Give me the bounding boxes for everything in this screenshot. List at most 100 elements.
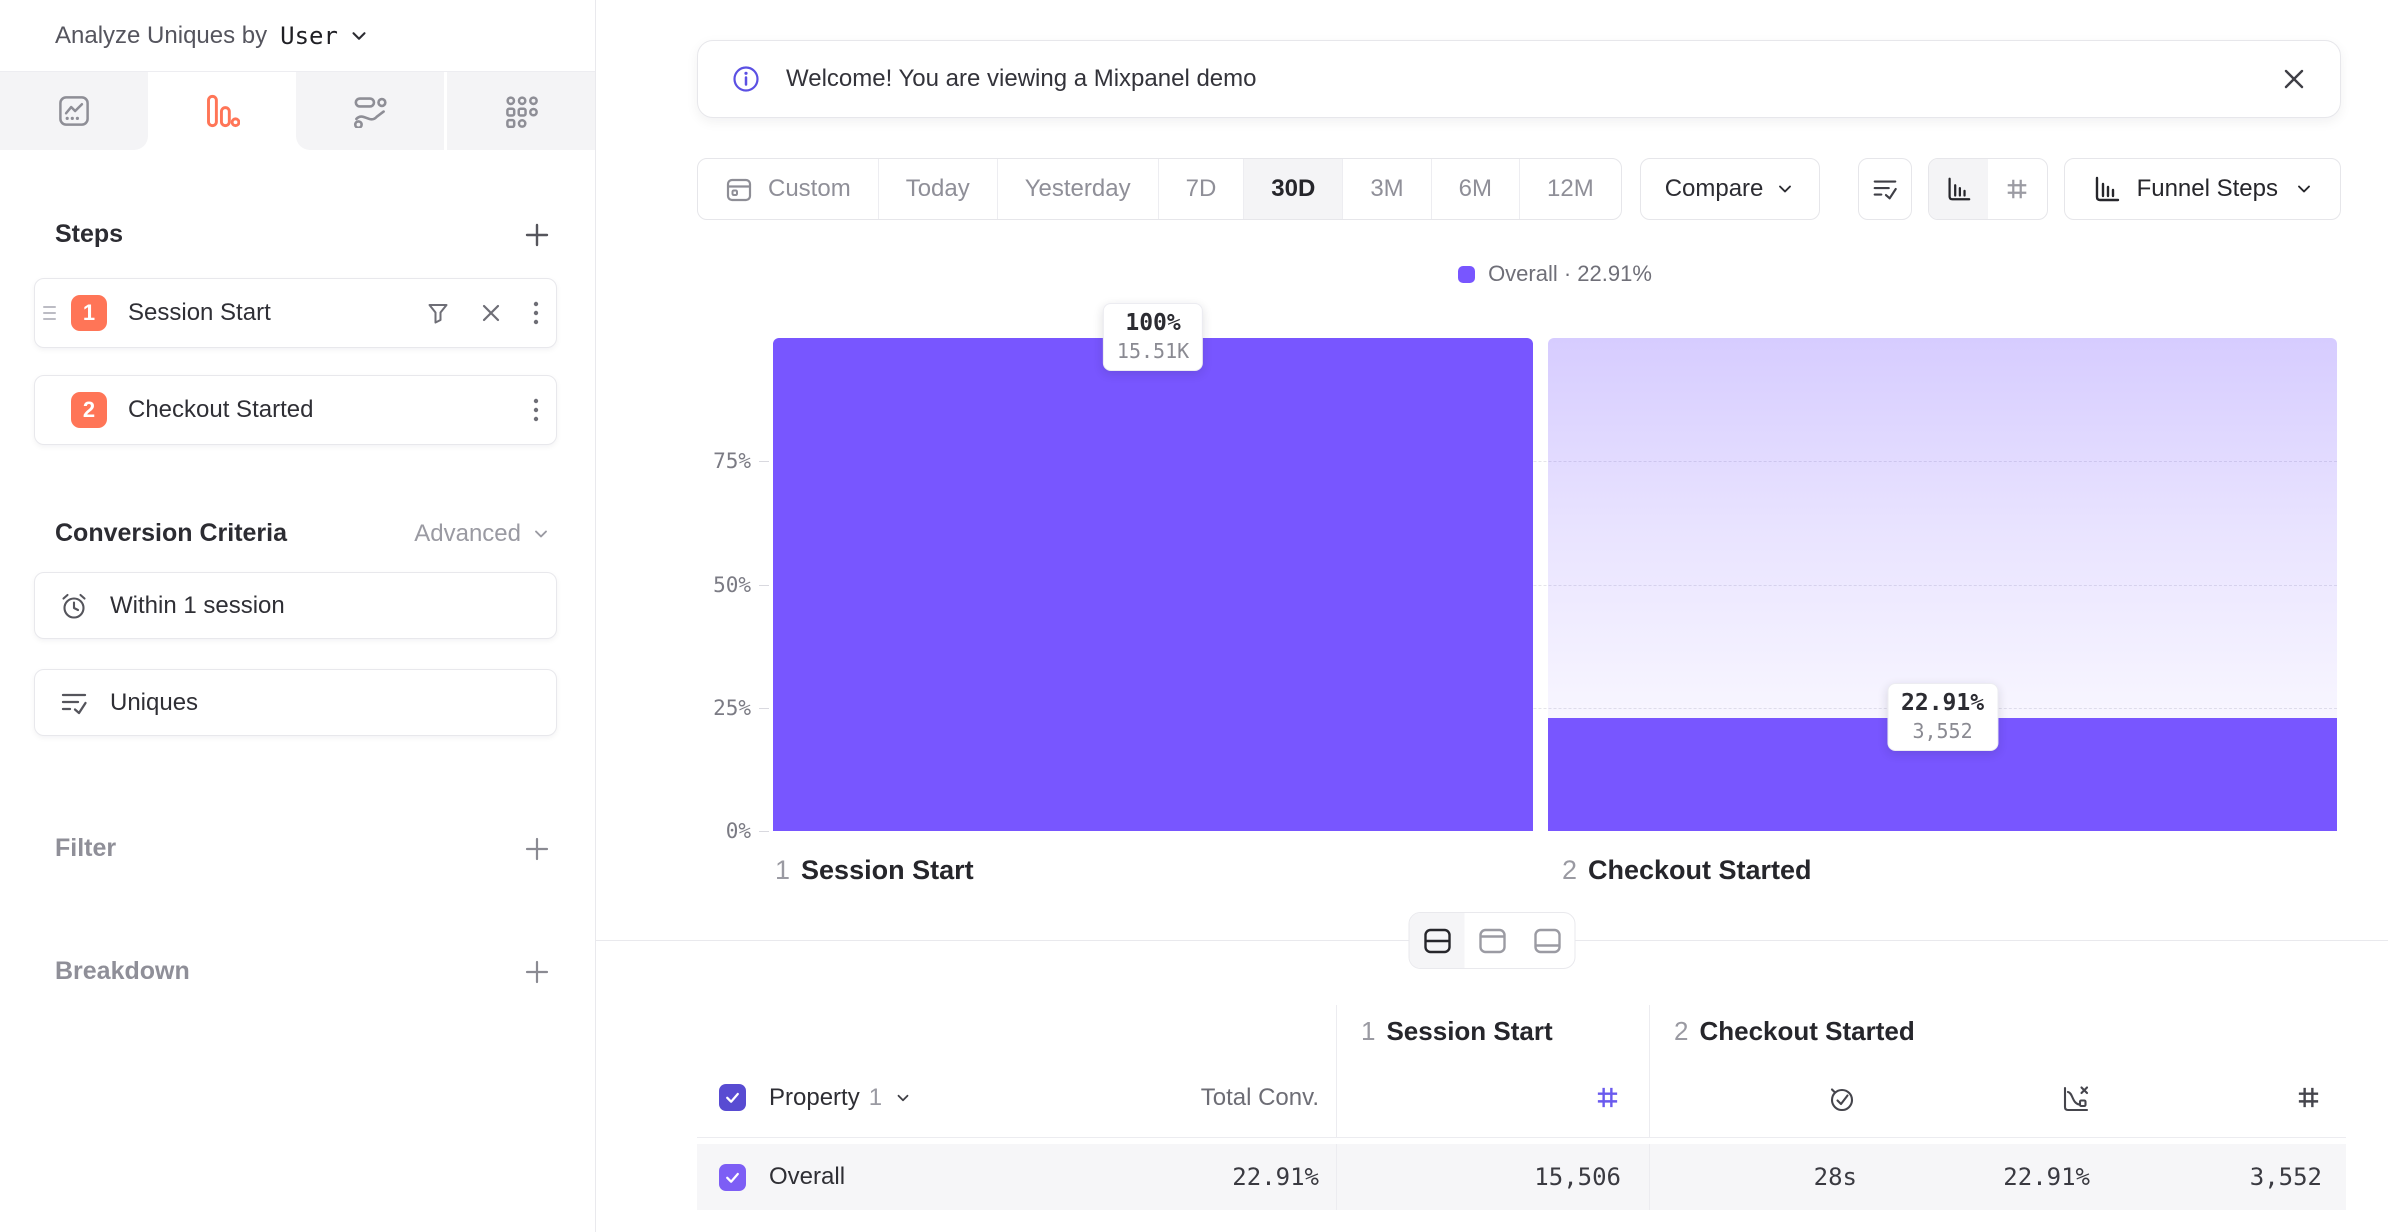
step-number: 2 [1562,855,1577,886]
tab-retention[interactable] [444,72,595,150]
welcome-banner: Welcome! You are viewing a Mixpanel demo [697,40,2341,118]
total-conv-value: 22.91% [1232,1163,1319,1191]
sidebar: Analyze Uniques by User [0,0,596,1232]
banner-message: Welcome! You are viewing a Mixpanel demo [786,65,1256,93]
step-options-kebab-icon[interactable] [532,300,540,326]
step-number: 1 [775,855,790,886]
alarm-clock-icon [59,591,89,621]
conversion-criteria-title: Conversion Criteria [55,519,287,548]
range-custom[interactable]: Custom [698,159,878,219]
drag-handle-icon[interactable] [43,306,63,320]
show-numbers-toggle[interactable] [1988,159,2047,219]
conversion-window-label: Within 1 session [110,592,285,620]
mixpanel-funnel-app: Analyze Uniques by User [0,0,2388,1232]
range-3m[interactable]: 3M [1342,159,1430,219]
show-bars-toggle[interactable] [1929,159,1988,219]
step-number-badge: 2 [71,392,107,428]
group-step-name: Checkout Started [1699,1016,1914,1047]
step2-conv-rate-column [1881,1058,2114,1137]
chart-percent-icon[interactable] [2060,1083,2090,1113]
range-yesterday[interactable]: Yesterday [997,159,1158,219]
advanced-label: Advanced [414,520,521,548]
time-check-icon[interactable] [1827,1083,1857,1113]
layout-bottom-icon [1532,927,1562,955]
range-30d[interactable]: 30D [1243,159,1342,219]
range-today[interactable]: Today [878,159,997,219]
main-content: Welcome! You are viewing a Mixpanel demo… [596,0,2388,1232]
hash-icon[interactable] [2295,1084,2322,1111]
banner-close-icon[interactable] [2281,66,2307,92]
tooltip-count: 15.51K [1117,339,1189,363]
range-label: Yesterday [1025,175,1131,203]
y-axis-label: 0% [655,819,751,843]
conversion-window-card[interactable]: Within 1 session [34,572,557,639]
remove-step-icon[interactable] [480,302,502,324]
filter-step-icon[interactable] [426,301,450,325]
panel-layout-toggle [1409,912,1576,969]
step2-avg-time-value: 28s [1814,1163,1857,1191]
steps-section-header: Steps [55,220,551,249]
add-breakdown-button[interactable] [523,958,551,986]
range-6m[interactable]: 6M [1431,159,1519,219]
step-number-badge: 1 [71,295,107,331]
compare-button[interactable]: Compare [1640,158,1821,220]
total-conv-column-label[interactable]: Total Conv. [1201,1084,1319,1112]
range-label: Custom [768,175,851,203]
chevron-down-icon[interactable] [894,1089,912,1107]
counting-method-card[interactable]: Uniques [34,669,557,736]
chevron-down-icon[interactable] [348,25,370,47]
add-filter-button[interactable] [523,835,551,863]
chart-toolbar: Custom Today Yesterday 7D 30D 3M 6M 12M … [697,158,2341,220]
insights-icon [57,94,91,128]
tab-funnels[interactable] [148,72,296,150]
layout-table-only-toggle[interactable] [1520,913,1575,968]
layout-split-toggle[interactable] [1410,913,1465,968]
analyze-label: Analyze Uniques by [55,22,267,50]
tooltip-count: 3,552 [1901,719,1984,743]
breakdown-title: Breakdown [55,957,190,986]
add-step-button[interactable] [523,221,551,249]
advanced-dropdown[interactable]: Advanced [414,520,551,548]
tab-insights[interactable] [0,72,148,150]
group-header-session-start: 1 Session Start [1336,1005,1649,1058]
select-all-checkbox[interactable] [719,1084,746,1111]
group-step-number: 2 [1674,1016,1688,1047]
axis-tick [759,585,769,586]
group-step-name: Session Start [1386,1016,1552,1047]
uniques-metric-button[interactable] [1858,158,1912,220]
funnel-step-checkout-started[interactable] [1548,338,2337,831]
table-subheader-row: Property 1 Total Conv. [697,1058,2346,1138]
analyze-value-dropdown[interactable]: User [280,22,338,50]
chart-type-label: Funnel Steps [2137,175,2278,203]
counting-method-label: Uniques [110,689,198,717]
chart-legend: Overall · 22.91% [773,262,2337,286]
property-column-label[interactable]: Property [769,1084,860,1112]
row-checkbox[interactable] [719,1164,746,1191]
step-name: Session Start [801,855,974,886]
group-step-number: 1 [1361,1016,1375,1047]
layout-chart-only-toggle[interactable] [1465,913,1520,968]
group-header-checkout-started: 2 Checkout Started [1649,1005,2346,1058]
table-row-overall[interactable]: Overall 22.91% 15,506 28s 22.91% 3,552 [697,1144,2346,1210]
y-axis-label: 25% [655,696,751,720]
legend-label[interactable]: Overall · 22.91% [1488,261,1652,287]
flows-icon [353,94,387,128]
breakdown-section-header: Breakdown [55,957,551,986]
section-divider [596,940,2388,941]
bar-value-tooltip: 100% 15.51K [1103,303,1203,371]
step-options-kebab-icon[interactable] [532,397,540,423]
range-7d[interactable]: 7D [1158,159,1244,219]
chart-type-dropdown[interactable]: Funnel Steps [2064,158,2341,220]
hash-icon[interactable] [1594,1084,1621,1111]
range-12m[interactable]: 12M [1519,159,1621,219]
step-card-session-start[interactable]: 1 Session Start [34,278,557,348]
tooltip-percent: 100% [1117,310,1189,336]
bar-value-tooltip: 22.91% 3,552 [1887,683,1998,751]
info-icon [731,64,761,94]
y-axis-label: 75% [655,449,751,473]
tab-flows[interactable] [296,72,444,150]
funnel-bar-session-start[interactable] [773,338,1533,831]
step-card-checkout-started[interactable]: 2 Checkout Started [34,375,557,445]
range-label: 6M [1459,175,1492,203]
funnel-table: 1 Session Start 2 Checkout Started [697,1005,2346,1210]
